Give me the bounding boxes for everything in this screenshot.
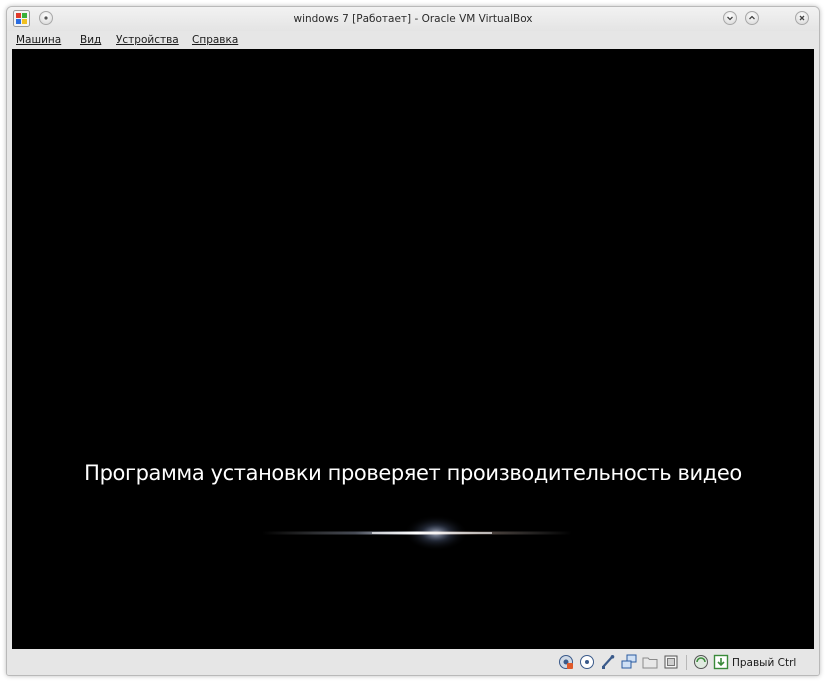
setup-message: Программа установки проверяет производит…: [84, 461, 742, 485]
usb-icon[interactable]: [600, 654, 616, 670]
optical-drive-icon[interactable]: [579, 654, 595, 670]
host-key-label: Правый Ctrl: [732, 657, 797, 669]
menu-view[interactable]: Вид: [80, 34, 101, 46]
close-button[interactable]: [795, 11, 809, 25]
menu-devices[interactable]: Устройства: [116, 34, 179, 46]
network-icon[interactable]: [621, 654, 637, 670]
mouse-integration-icon[interactable]: [713, 654, 729, 670]
menu-help[interactable]: Справка: [192, 34, 238, 46]
virtualbox-window: windows 7 [Работает] - Oracle VM Virtual…: [6, 6, 820, 676]
shared-folders-icon[interactable]: [642, 654, 658, 670]
statusbar-separator: [686, 655, 687, 670]
menu-machine[interactable]: Машина: [16, 34, 61, 46]
minimize-button[interactable]: [723, 11, 737, 25]
video-capture-icon[interactable]: [663, 654, 679, 670]
hard-disk-icon[interactable]: [558, 654, 574, 670]
guest-display[interactable]: Программа установки проверяет производит…: [12, 49, 814, 649]
light-streak-graphic: [262, 515, 572, 551]
maximize-button[interactable]: [745, 11, 759, 25]
window-title: windows 7 [Работает] - Oracle VM Virtual…: [293, 13, 533, 25]
status-bar: Правый Ctrl: [7, 649, 819, 675]
virtualization-icon[interactable]: [693, 654, 709, 670]
title-bar[interactable]: windows 7 [Работает] - Oracle VM Virtual…: [7, 7, 819, 31]
menu-bar: Машина Вид Устройства Справка: [7, 31, 819, 49]
